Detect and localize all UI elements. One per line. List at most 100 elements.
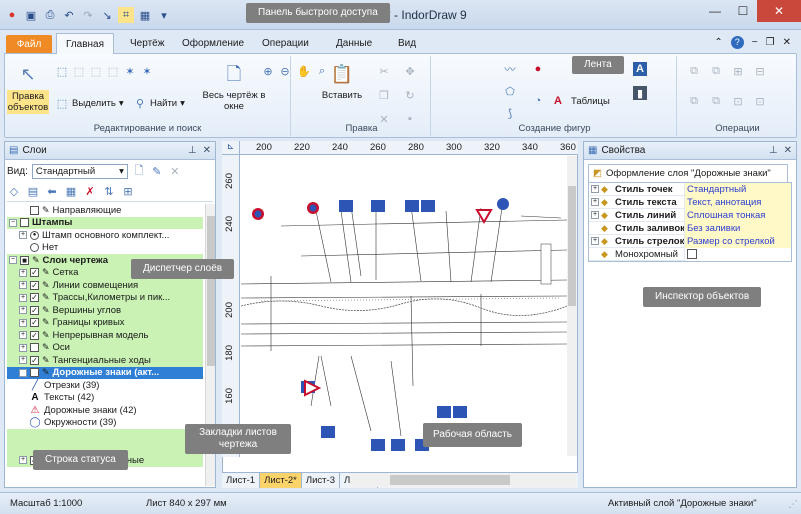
properties-tab[interactable]: ◩ Оформление слоя "Дорожные знаки" [588, 164, 788, 182]
canvas-horizontal-scrollbar[interactable] [350, 473, 576, 487]
editable-pen-icon[interactable]: ✎ [42, 330, 50, 341]
editable-pen-icon[interactable]: ✎ [42, 355, 50, 366]
layer-remove-icon[interactable]: ✗ [83, 185, 97, 199]
sheet-tab-1[interactable]: Лист-1 [222, 473, 260, 488]
redo-icon[interactable]: ↷ [80, 7, 96, 23]
polygon-icon[interactable]: ⬠ [503, 84, 517, 98]
expand-icon[interactable]: + [19, 306, 27, 314]
ruler-corner-icon[interactable]: ⊾ [222, 141, 240, 155]
tab-operations[interactable]: Операции [262, 38, 309, 49]
layer-item[interactable]: +✓✎Трассы,Километры и пик... [7, 292, 203, 305]
layer-new-icon[interactable]: 🗋 [132, 164, 146, 178]
tab-file[interactable]: Файл [6, 35, 52, 54]
doc-minimize-icon[interactable]: − [752, 37, 758, 48]
monochrome-checkbox[interactable] [687, 249, 697, 259]
print-icon[interactable]: ⎙ [42, 7, 58, 23]
expand-icon[interactable]: + [591, 237, 599, 245]
layer-sort-icon[interactable]: ⇅ [102, 185, 116, 199]
visibility-checkbox[interactable]: ✓ [30, 318, 39, 327]
layer-item[interactable]: +✓✎Вершины углов [7, 304, 203, 317]
spline-icon[interactable]: ⟆ [503, 106, 517, 120]
edit-objects-button[interactable]: ↖ Правка объектов [7, 60, 49, 114]
layer-item[interactable]: AТексты (42) [7, 392, 203, 405]
editable-pen-icon[interactable]: ✎ [32, 255, 40, 266]
property-value[interactable]: Сплошная тонкая [684, 209, 791, 222]
property-value[interactable]: Текст, аннотация [684, 196, 791, 209]
pin-icon[interactable]: ⊥ [188, 145, 197, 156]
editable-pen-icon[interactable]: ✎ [42, 305, 50, 316]
transform2-icon[interactable]: ✶ [140, 64, 154, 78]
grid-icon[interactable]: ▦ [137, 7, 153, 23]
layer-item[interactable]: +●Штамп основного комплект... [7, 229, 203, 242]
editable-pen-icon[interactable]: ✎ [42, 267, 50, 278]
collapse-icon[interactable]: − [19, 369, 27, 377]
expand-icon[interactable]: + [19, 319, 27, 327]
op-mirror-icon[interactable]: ⧉ [687, 94, 701, 108]
point-icon[interactable]: ● [531, 62, 545, 76]
layer-filter-icon[interactable]: ⊞ [121, 185, 135, 199]
op-array-icon[interactable]: ⧉ [709, 64, 723, 78]
pan-hand-icon[interactable]: ✋ [297, 64, 311, 78]
snap-icon[interactable]: ⌗ [118, 7, 134, 23]
op-lock-icon[interactable]: ⊡ [731, 94, 745, 108]
close-icon[interactable]: ✕ [784, 145, 792, 156]
layer-up-icon[interactable]: ⬅ [45, 185, 59, 199]
transform-icon[interactable]: ✶ [123, 64, 137, 78]
undo-icon[interactable]: ↶ [61, 7, 77, 23]
expand-icon[interactable]: + [19, 344, 27, 352]
layer-item[interactable]: +✓✎Линии совмещения [7, 279, 203, 292]
expand-icon[interactable]: + [591, 198, 599, 206]
layer-item[interactable]: +✓✎Тангенциальные ходы [7, 354, 203, 367]
save-icon[interactable]: ▣ [23, 7, 39, 23]
sheet-tab-3[interactable]: Лист-3 [302, 473, 340, 488]
tab-drawing[interactable]: Чертёж [130, 38, 164, 49]
tab-home[interactable]: Главная [56, 33, 114, 54]
radio-icon[interactable] [30, 243, 39, 252]
layer-item[interactable] [7, 429, 203, 442]
select-poly-icon[interactable]: ⬚ [72, 64, 86, 78]
property-value[interactable]: Стандартный [684, 183, 791, 196]
select-button[interactable]: ⬚ Выделить▾ [55, 96, 124, 110]
doc-restore-icon[interactable]: ❐ [766, 37, 775, 48]
property-row[interactable]: ◆Монохромный [589, 248, 791, 261]
op-unlock-icon[interactable]: ⊡ [753, 94, 767, 108]
select-rect-icon[interactable]: ⬚ [55, 64, 69, 78]
layer-item[interactable]: ✎Направляющие [7, 204, 203, 217]
pin-icon[interactable]: ⊥ [769, 145, 778, 156]
layer-item[interactable]: −Штампы [7, 217, 203, 230]
property-row[interactable]: +◆Стиль стрелокРазмер со стрелкой [589, 235, 791, 248]
tab-data[interactable]: Данные [336, 38, 372, 49]
status-scale[interactable]: Масштаб 1:1000 [10, 498, 82, 509]
expand-icon[interactable] [591, 224, 599, 232]
block-icon[interactable]: ▮ [633, 86, 647, 100]
expand-icon[interactable] [591, 250, 599, 258]
app-logo-icon[interactable]: ● [4, 7, 20, 23]
radio-icon[interactable]: ● [30, 231, 39, 240]
minimize-button[interactable]: — [701, 0, 729, 22]
move-icon[interactable]: ✥ [403, 64, 417, 78]
property-value[interactable]: Размер со стрелкой [684, 235, 791, 248]
qat-menu-icon[interactable]: ▾ [156, 7, 172, 23]
layer-item[interactable]: +✓✎Границы кривых [7, 317, 203, 330]
editable-pen-icon[interactable]: ✎ [42, 317, 50, 328]
expand-icon[interactable]: + [19, 356, 27, 364]
editable-pen-icon[interactable]: ✎ [42, 342, 50, 353]
editable-pen-icon[interactable]: ✎ [42, 367, 50, 378]
whole-drawing-button[interactable]: 🗋 Весь чертёж в окне [201, 60, 267, 112]
select-lasso-icon[interactable]: ⬚ [89, 64, 103, 78]
visibility-checkbox[interactable]: ■ [20, 256, 29, 265]
maximize-button[interactable]: ☐ [729, 0, 757, 22]
expand-icon[interactable]: + [19, 231, 27, 239]
op-ungroup-icon[interactable]: ⊟ [753, 64, 767, 78]
property-value[interactable] [684, 248, 791, 261]
view-select[interactable]: Стандартный▾ [32, 164, 128, 179]
layer-props-icon[interactable]: ▦ [64, 185, 78, 199]
paste-button[interactable]: 📋 Вставить [319, 60, 365, 101]
visibility-checkbox[interactable] [30, 206, 39, 215]
doc-close-icon[interactable]: ✕ [783, 37, 791, 48]
editable-pen-icon[interactable]: ✎ [42, 205, 50, 216]
layer-item[interactable]: +✓✎Непрерывная модель [7, 329, 203, 342]
tab-design[interactable]: Оформление [182, 38, 244, 49]
expand-icon[interactable]: + [19, 456, 27, 464]
expand-icon[interactable]: + [19, 281, 27, 289]
